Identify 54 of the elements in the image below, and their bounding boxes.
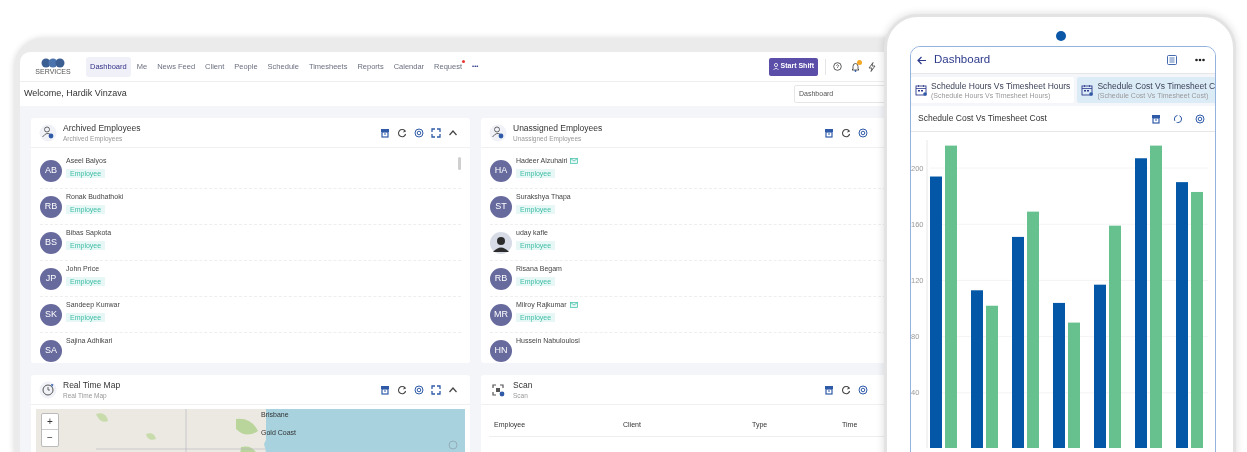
- expand-icon[interactable]: [431, 127, 441, 138]
- more-icon[interactable]: [1195, 58, 1205, 62]
- person-icon: [772, 63, 779, 70]
- avatar: JP: [40, 267, 62, 290]
- card-title: Real Time Map: [63, 379, 121, 391]
- back-arrow-icon[interactable]: [917, 55, 927, 65]
- settings-icon[interactable]: [858, 384, 868, 395]
- settings-icon[interactable]: [414, 384, 424, 395]
- clock-icon: [39, 380, 57, 399]
- bell-icon[interactable]: [851, 61, 860, 72]
- archive-icon[interactable]: [1151, 113, 1161, 124]
- tab-title: Schedule Cost Vs Timesheet C: [1097, 80, 1215, 91]
- avatar: ST: [490, 195, 512, 218]
- avatar: RB: [490, 267, 512, 290]
- lightning-icon[interactable]: [868, 61, 876, 72]
- employee-icon: [39, 123, 57, 142]
- zoom-out-button[interactable]: −: [42, 430, 58, 446]
- help-icon[interactable]: [833, 62, 842, 71]
- camera-icon: [1056, 31, 1066, 41]
- scrollbar-thumb[interactable]: [458, 157, 461, 170]
- welcome-text: Welcome, Hardik Vinzava: [24, 87, 127, 101]
- avatar: SA: [40, 339, 62, 362]
- zoom-in-button[interactable]: +: [42, 414, 58, 430]
- calendar-icon: [915, 84, 927, 96]
- screen-title: Dashboard: [934, 52, 991, 68]
- settings-icon[interactable]: [858, 127, 868, 138]
- avatar: AB: [40, 159, 62, 182]
- refresh-icon[interactable]: [397, 384, 407, 395]
- avatar: SK: [40, 303, 62, 326]
- settings-icon[interactable]: [1195, 113, 1205, 124]
- card-title: Scan: [513, 379, 533, 391]
- avatar: MR: [490, 303, 512, 326]
- card-title: Archived Employees: [63, 122, 141, 134]
- archive-icon[interactable]: [824, 384, 834, 395]
- refresh-icon[interactable]: [1173, 113, 1183, 124]
- avatar: HN: [490, 339, 512, 362]
- logo-icon: [41, 57, 65, 68]
- employee-icon: [489, 123, 507, 142]
- archive-icon[interactable]: [824, 127, 834, 138]
- card-title: Unassigned Employees: [513, 122, 603, 134]
- list-icon[interactable]: [1167, 55, 1177, 65]
- card-title: Schedule Cost Vs Timesheet Cost: [918, 112, 1047, 125]
- refresh-icon[interactable]: [841, 127, 851, 138]
- avatar: HA: [490, 159, 512, 182]
- expand-icon[interactable]: [431, 384, 441, 395]
- refresh-icon[interactable]: [397, 127, 407, 138]
- avatar: BS: [40, 231, 62, 254]
- avatar: RB: [40, 195, 62, 218]
- tab-title: Schedule Hours Vs Timesheet Hours: [931, 80, 1071, 91]
- settings-icon[interactable]: [414, 127, 424, 138]
- calendar-icon: [1081, 84, 1094, 96]
- archive-icon[interactable]: [380, 384, 390, 395]
- refresh-icon[interactable]: [841, 384, 851, 395]
- archive-icon[interactable]: [380, 127, 390, 138]
